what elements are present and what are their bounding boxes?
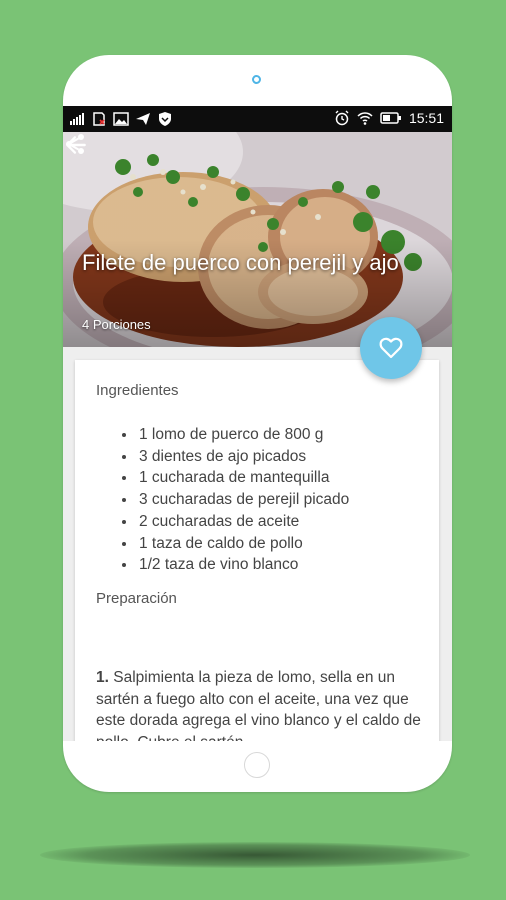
clock: 15:51 [408, 110, 444, 126]
preparation-heading: Preparación [96, 590, 177, 607]
ingredients-list: 1 lomo de puerco de 800 g 3 dientes de a… [119, 424, 349, 576]
recipe-card: Ingredientes 1 lomo de puerco de 800 g 3… [75, 360, 439, 741]
hero-gradient [63, 132, 452, 347]
shield-icon [159, 112, 171, 126]
step-text: Salpimienta la pieza de lomo, sella en u… [96, 669, 421, 741]
no-sim-icon [93, 112, 105, 126]
ingredient-item: 1 taza de caldo de pollo [137, 533, 349, 555]
image-icon [113, 112, 129, 126]
recipe-servings: 4 Porciones [82, 317, 151, 332]
heart-outline-icon [379, 337, 403, 359]
alarm-icon [335, 110, 349, 126]
front-camera [252, 75, 261, 84]
ingredient-item: 3 cucharadas de perejil picado [137, 489, 349, 511]
ingredient-item: 1 cucharada de mantequilla [137, 467, 349, 489]
ingredient-item: 1 lomo de puerco de 800 g [137, 424, 349, 446]
ingredient-item: 3 dientes de ajo picados [137, 446, 349, 468]
home-button[interactable] [244, 752, 270, 778]
signal-icon [70, 113, 84, 125]
ingredients-heading: Ingredientes [96, 382, 179, 399]
step-number: 1. [96, 669, 109, 686]
battery-icon [380, 112, 401, 124]
recipe-hero-image: Filete de puerco con perejil y ajo 4 Por… [63, 132, 452, 347]
share-icon[interactable] [63, 132, 87, 156]
recipe-title: Filete de puerco con perejil y ajo [82, 250, 399, 275]
send-icon [136, 113, 150, 125]
favorite-button[interactable] [360, 317, 422, 379]
status-bar: 15:51 [63, 106, 452, 132]
phone-frame: 15:51 Filete de puerco con perejil y ajo… [63, 55, 452, 792]
wifi-icon [357, 112, 373, 125]
ingredient-item: 1/2 taza de vino blanco [137, 554, 349, 576]
app-screen: 15:51 Filete de puerco con perejil y ajo… [63, 106, 452, 741]
ingredient-item: 2 cucharadas de aceite [137, 511, 349, 533]
phone-shadow [40, 842, 470, 868]
preparation-step: 1. Salpimienta la pieza de lomo, sella e… [96, 667, 426, 741]
